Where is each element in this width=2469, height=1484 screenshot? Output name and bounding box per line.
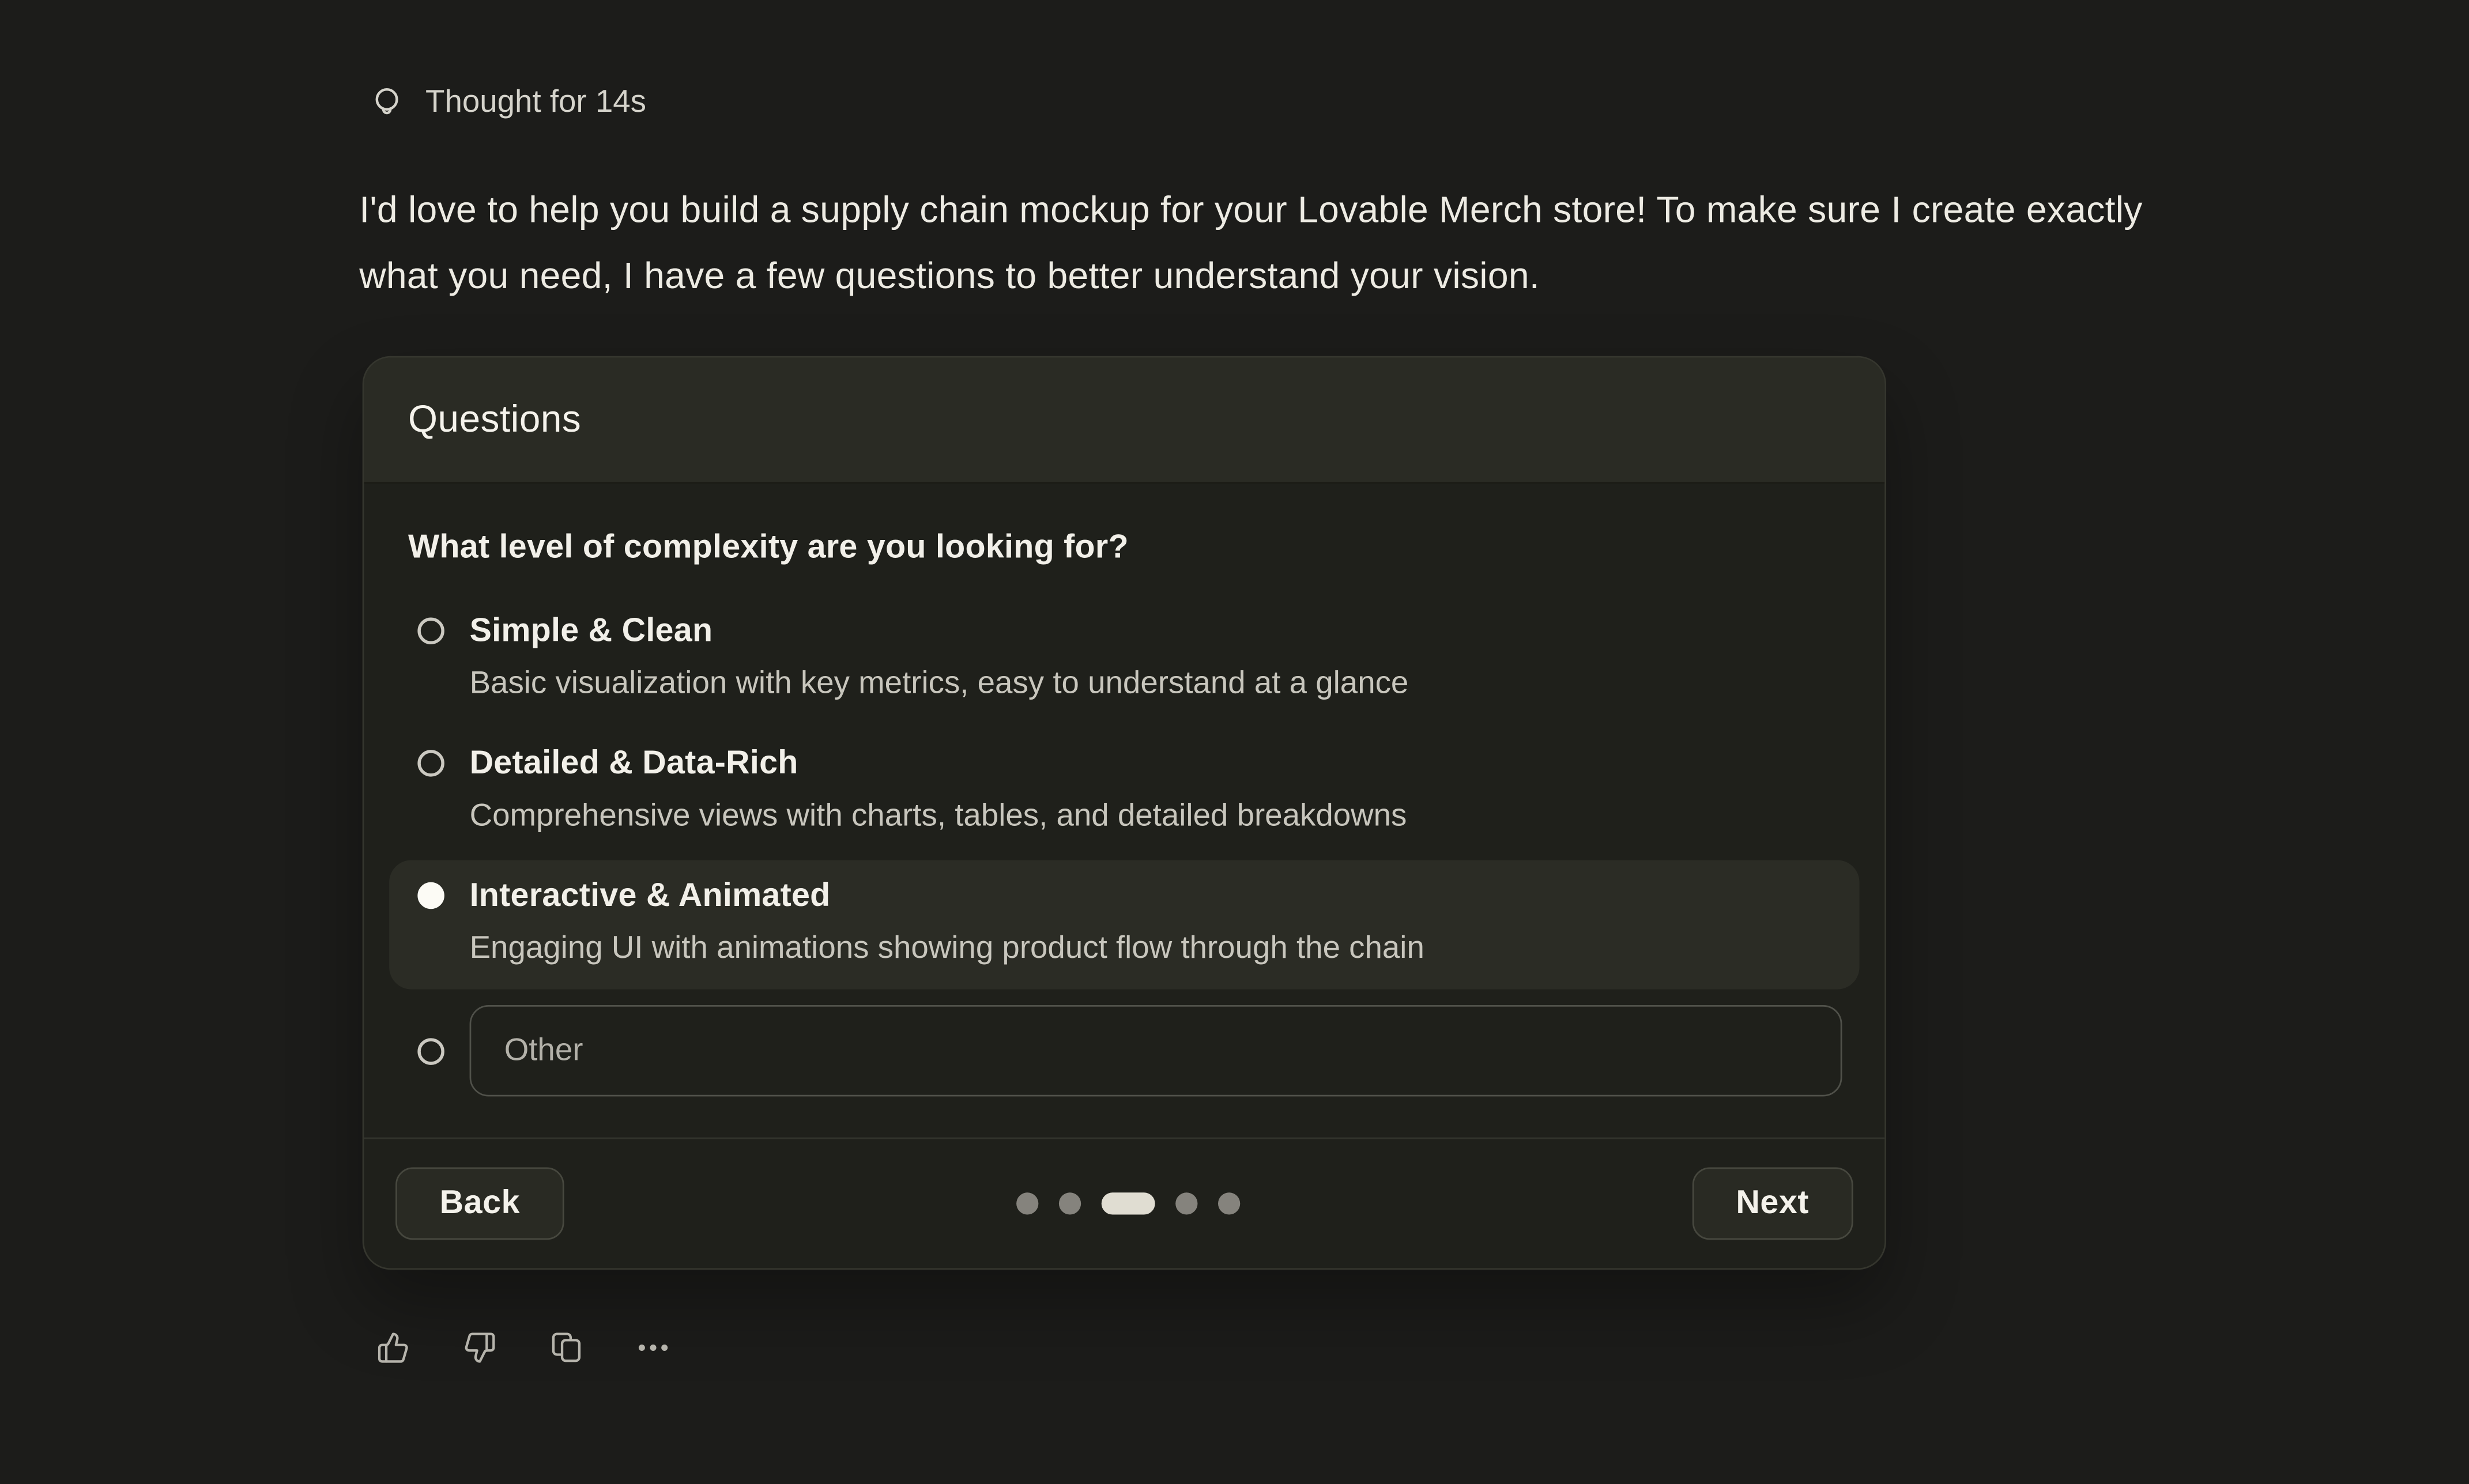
option-label: Interactive & Animated [470, 876, 1831, 917]
assistant-message: I'd love to help you build a supply chai… [359, 176, 2206, 309]
card-footer: Back Next [364, 1138, 1884, 1268]
pagination-dot [1058, 1192, 1080, 1214]
pagination-dot [1218, 1192, 1240, 1214]
pagination-active-pill [1101, 1192, 1155, 1214]
card-header: Questions [364, 358, 1884, 484]
copy-button[interactable] [547, 1328, 585, 1366]
more-options-button[interactable] [634, 1328, 672, 1366]
option-label: Simple & Clean [470, 611, 1831, 652]
option-interactive-animated[interactable]: Interactive & Animated Engaging UI with … [389, 860, 1859, 989]
lightbulb-icon [369, 85, 405, 122]
question-text: What level of complexity are you looking… [408, 528, 1841, 569]
radio-icon[interactable] [417, 618, 444, 644]
next-button[interactable]: Next [1692, 1168, 1853, 1240]
pagination-dot [1016, 1192, 1038, 1214]
thumbs-down-button[interactable] [460, 1328, 498, 1366]
thumbs-down-icon [462, 1330, 495, 1363]
thumbs-up-button[interactable] [374, 1328, 412, 1366]
thumbs-up-icon [376, 1330, 409, 1363]
pagination-dots [1016, 1192, 1240, 1214]
back-button[interactable]: Back [395, 1168, 564, 1240]
option-description: Basic visualization with key metrics, ea… [470, 663, 1831, 706]
options-list: Simple & Clean Basic visualization with … [389, 595, 1859, 989]
message-actions [374, 1328, 672, 1366]
card-title: Questions [408, 398, 581, 442]
option-description: Engaging UI with animations showing prod… [470, 928, 1831, 971]
copy-icon [549, 1330, 582, 1363]
thinking-label: Thought for 14s [425, 85, 646, 122]
pagination-dot [1175, 1192, 1197, 1214]
radio-icon[interactable] [417, 1037, 444, 1064]
chat-page: Thought for 14s I'd love to help you bui… [0, 0, 2469, 1484]
thinking-header[interactable]: Thought for 14s [369, 85, 646, 122]
option-simple-clean[interactable]: Simple & Clean Basic visualization with … [389, 595, 1859, 724]
radio-icon[interactable] [417, 750, 444, 776]
other-input[interactable] [470, 1005, 1842, 1097]
option-label: Detailed & Data-Rich [470, 743, 1831, 784]
option-other[interactable] [389, 1005, 1859, 1097]
radio-selected-icon[interactable] [417, 882, 444, 909]
questions-card: Questions What level of complexity are y… [363, 356, 1886, 1270]
card-body: What level of complexity are you looking… [364, 484, 1884, 1137]
option-description: Comprehensive views with charts, tables,… [470, 795, 1831, 838]
option-detailed-data-rich[interactable]: Detailed & Data-Rich Comprehensive views… [389, 728, 1859, 857]
ellipsis-icon [634, 1329, 670, 1365]
